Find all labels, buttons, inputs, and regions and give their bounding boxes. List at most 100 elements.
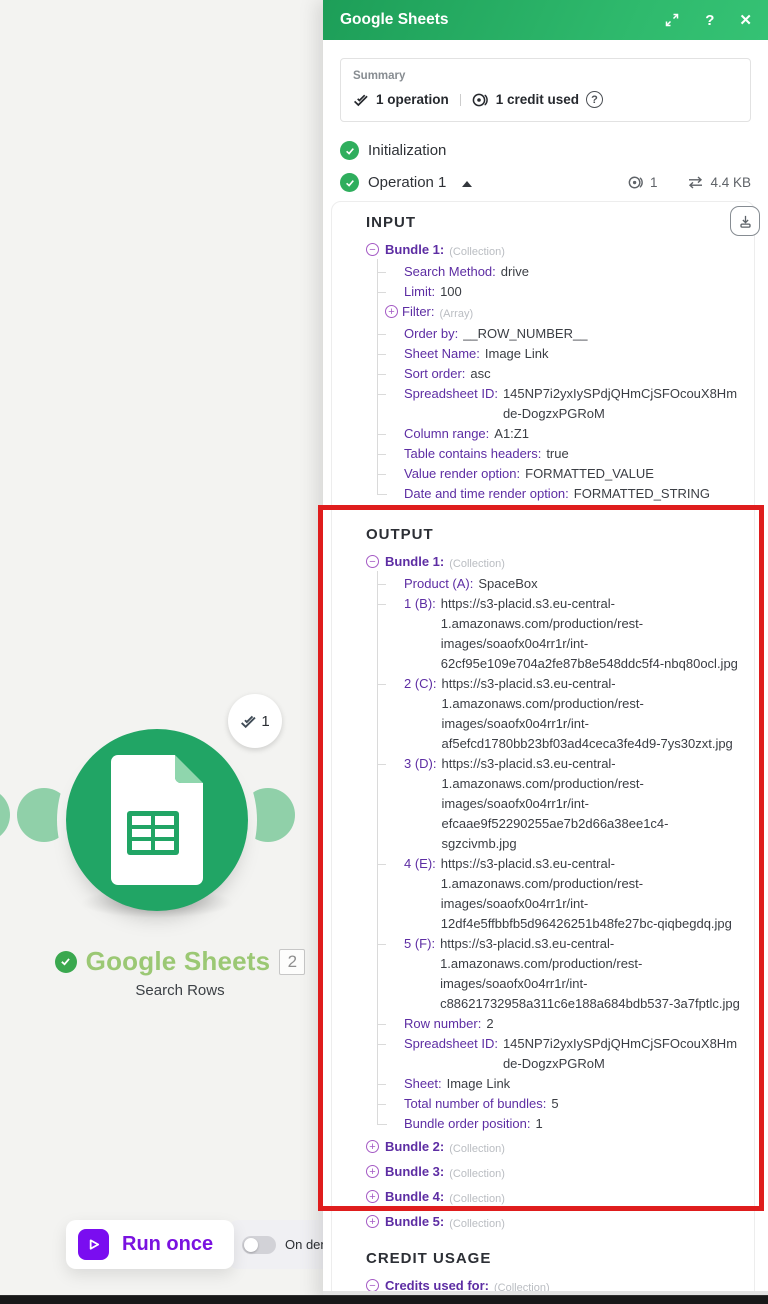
data-row: Spreadsheet ID: 145NP7i2yxIySPdjQHmCjSFO… [377, 1031, 742, 1074]
collapse-toggle-icon[interactable]: − [366, 243, 379, 256]
expand-icon[interactable] [664, 12, 680, 28]
data-row: Table contains headers: true [377, 441, 742, 464]
data-row: Sheet Name: Image Link [377, 341, 742, 364]
field-value: Image Link [484, 346, 549, 361]
collapse-toggle-icon[interactable]: + [366, 1165, 379, 1178]
field-key: Table contains headers: [404, 446, 542, 461]
field-value: SpaceBox [478, 576, 538, 591]
collapse-toggle-icon[interactable]: + [385, 305, 398, 318]
credits-used-label: 1 credit used [495, 92, 580, 107]
collapse-caret-icon[interactable] [462, 180, 473, 187]
field-key: Search Method: [404, 264, 496, 279]
input-section-title: INPUT [366, 214, 416, 231]
field-value: 145NP7i2yxIySPdjQHmCjSFOcouX8Hmde-DogzxP… [502, 1036, 738, 1071]
collapse-toggle-icon[interactable]: + [366, 1140, 379, 1153]
data-row: Limit: 100 [377, 279, 742, 302]
field-key: Spreadsheet ID: [404, 1036, 498, 1051]
field-value: Image Link [446, 1076, 511, 1091]
field-key: Bundle order position: [404, 1116, 531, 1131]
field-value: 145NP7i2yxIySPdjQHmCjSFOcouX8Hmde-DogzxP… [502, 386, 738, 421]
data-row: Order by: __ROW_NUMBER__ [377, 321, 742, 344]
output-rows: − Bundle 1: (Collection) Product (A): Sp… [366, 552, 742, 1234]
help-icon[interactable]: ? [705, 12, 714, 29]
field-value: 2 [486, 1016, 494, 1031]
field-value: https://s3-placid.s3.eu-central-1.amazon… [440, 936, 740, 1011]
initialization-label: Initialization [368, 142, 447, 159]
panel-title: Google Sheets [340, 11, 449, 28]
close-icon[interactable]: ✕ [739, 11, 752, 29]
field-value: 5 [551, 1096, 559, 1111]
field-key: Value render option: [404, 466, 521, 481]
module-version-badge: 2 [279, 948, 306, 975]
initialization-check-icon [340, 141, 359, 160]
field-type: (Collection) [449, 1218, 505, 1230]
field-value: asc [470, 366, 491, 381]
field-value: https://s3-placid.s3.eu-central-1.amazon… [440, 856, 732, 931]
field-key: Bundle 1: [385, 554, 445, 569]
on-demand-toggle[interactable] [242, 1235, 276, 1254]
operation-count: 1 [649, 175, 658, 190]
field-value: 100 [440, 284, 462, 299]
operation-row[interactable]: Operation 1 1 4.4 KB [340, 173, 751, 192]
output-section-title: OUTPUT [366, 526, 434, 543]
collapse-toggle-icon[interactable]: + [366, 1190, 379, 1203]
credit-usage-section-title: CREDIT USAGE [366, 1250, 492, 1267]
data-row: 4 (E): https://s3-placid.s3.eu-central-1… [377, 851, 742, 934]
collapse-toggle-icon[interactable]: + [366, 1215, 379, 1228]
field-type: (Collection) [449, 1143, 505, 1155]
operation-check-icon [340, 173, 359, 192]
operations-check-icon [354, 94, 368, 106]
field-value: __ROW_NUMBER__ [463, 326, 588, 341]
field-value: A1:Z1 [494, 426, 529, 441]
field-key: Sheet: [404, 1076, 442, 1091]
field-key: Date and time render option: [404, 486, 569, 501]
field-key: 2 (C): [404, 676, 437, 691]
data-row: Search Method: drive [377, 259, 742, 282]
data-row: Date and time render option: FORMATTED_S… [377, 481, 742, 504]
field-key: Spreadsheet ID: [404, 386, 498, 401]
field-value: https://s3-placid.s3.eu-central-1.amazon… [441, 756, 669, 851]
sheet-grid-icon [127, 811, 179, 855]
data-row: Spreadsheet ID: 145NP7i2yxIySPdjQHmCjSFO… [377, 381, 742, 424]
summary-card: Summary 1 operation 1 credit used ? [340, 58, 751, 122]
field-type: (Collection) [449, 1168, 505, 1180]
data-row: + Bundle 2: (Collection) [366, 1137, 742, 1159]
data-row: + Bundle 3: (Collection) [366, 1162, 742, 1184]
download-icon [739, 215, 751, 228]
download-button[interactable] [730, 206, 760, 236]
execution-count: 1 [261, 712, 270, 730]
collapse-toggle-icon[interactable]: − [366, 555, 379, 568]
transfer-size-icon [689, 176, 703, 189]
credits-help-icon[interactable]: ? [586, 91, 604, 108]
operation-label: Operation 1 [368, 174, 447, 191]
module-name: Google Sheets [85, 946, 271, 976]
field-key: 5 (F): [404, 936, 436, 951]
field-type: (Collection) [449, 246, 505, 258]
data-row: − Bundle 1: (Collection) [366, 240, 742, 262]
play-icon [78, 1229, 109, 1260]
module-label-row: Google Sheets 2 [30, 946, 330, 977]
field-key: Bundle 2: [385, 1139, 445, 1154]
operations-count-label: 1 operation [376, 92, 449, 107]
field-value: https://s3-placid.s3.eu-central-1.amazon… [441, 676, 733, 751]
run-once-label: Run once [122, 1233, 214, 1255]
initialization-row: Initialization [340, 141, 751, 160]
field-value: FORMATTED_VALUE [525, 466, 654, 481]
field-key: Order by: [404, 326, 459, 341]
input-rows: − Bundle 1: (Collection) Search Method: … [366, 240, 742, 504]
field-key: 1 (B): [404, 596, 436, 611]
operations-count-icon [628, 176, 643, 189]
data-row: Bundle order position: 1 [377, 1111, 742, 1134]
data-row: + Bundle 5: (Collection) [366, 1212, 742, 1234]
credit-coin-icon [472, 93, 488, 106]
execution-count-badge[interactable]: 1 [228, 694, 282, 748]
google-sheets-module[interactable] [66, 729, 248, 911]
data-row: Product (A): SpaceBox [377, 571, 742, 594]
data-row: 2 (C): https://s3-placid.s3.eu-central-1… [377, 671, 742, 754]
field-key: Total number of bundles: [404, 1096, 547, 1111]
field-key: Bundle 3: [385, 1164, 445, 1179]
panel-header: Google Sheets ? ✕ [323, 0, 768, 40]
data-row: Column range: A1:Z1 [377, 421, 742, 444]
data-row: + Filter: (Array) [377, 299, 742, 324]
run-once-button[interactable]: Run once [66, 1220, 234, 1269]
